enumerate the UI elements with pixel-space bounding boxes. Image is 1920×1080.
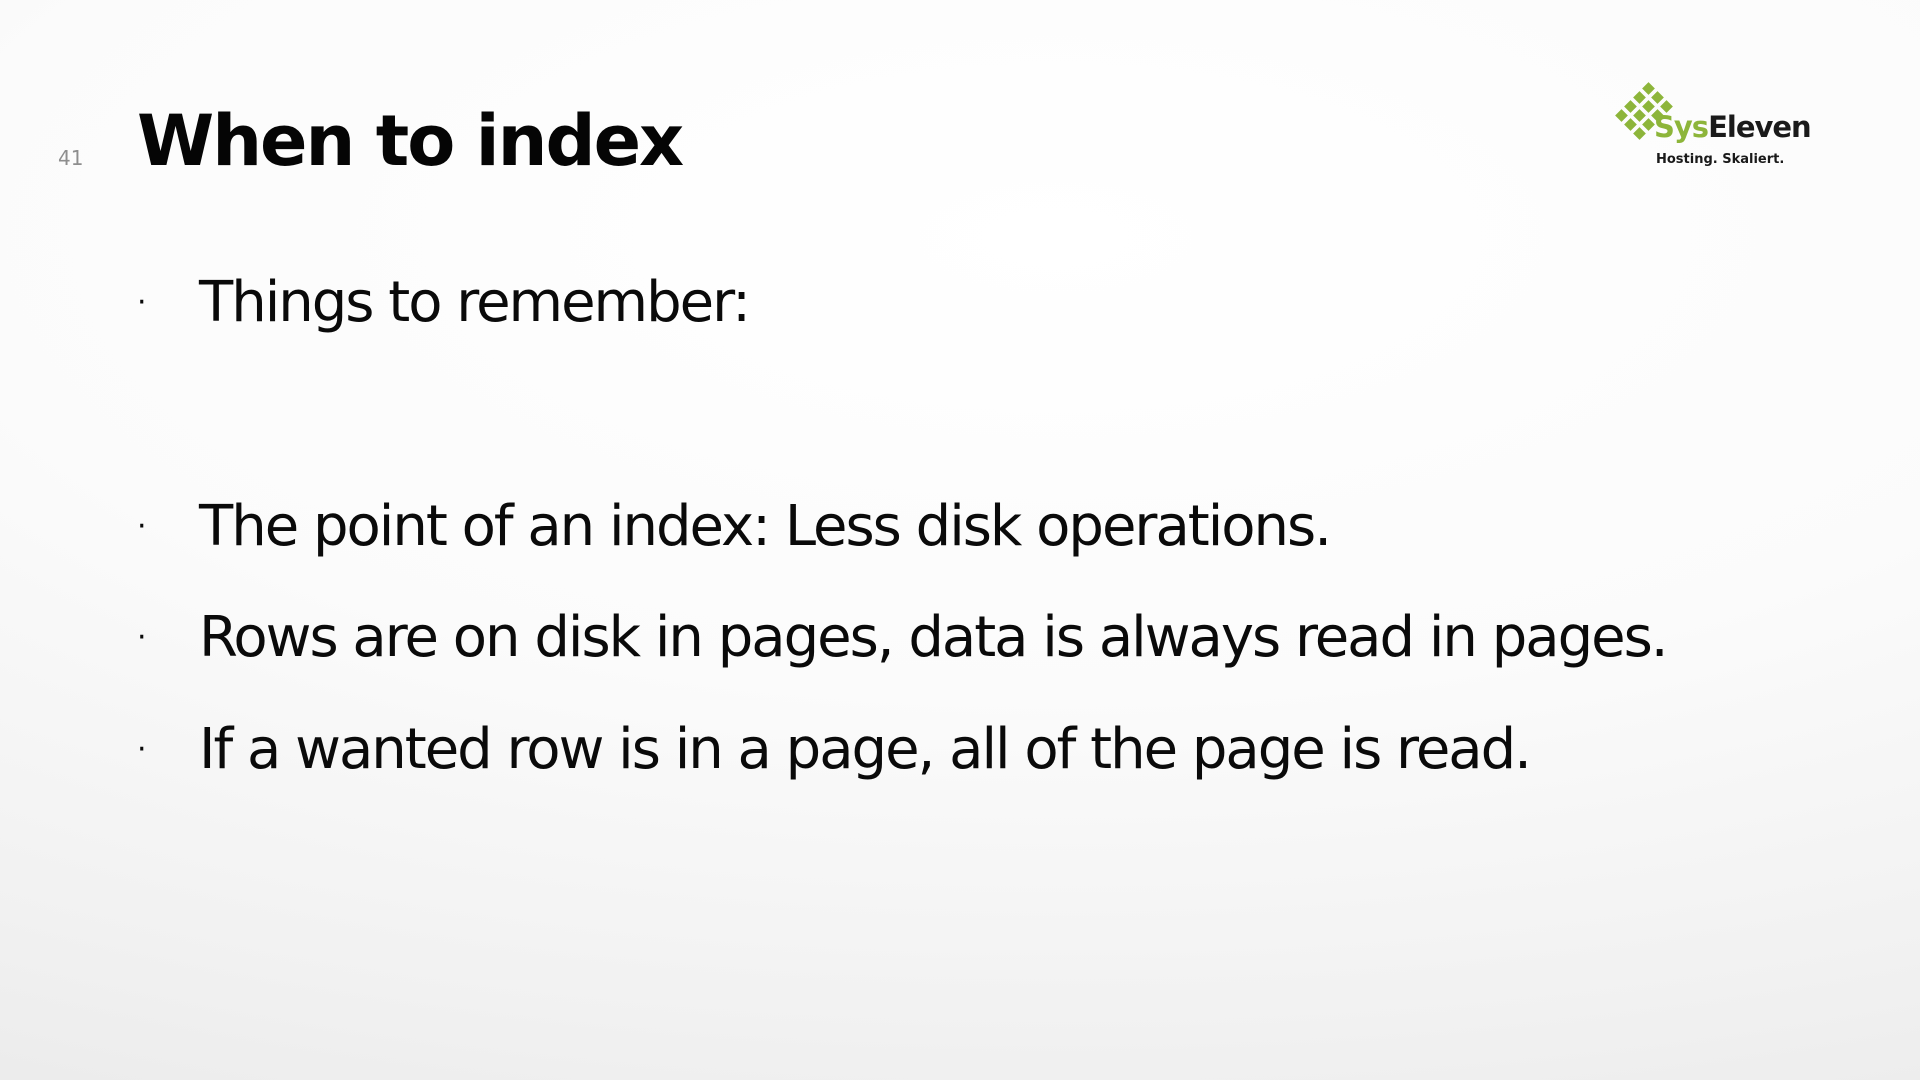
logo-wordmark: SysEleven [1654,110,1812,144]
bullet-marker: · [137,509,147,544]
bullet-text: If a wanted row is in a page, all of the… [199,717,1532,782]
slide-title: When to index [137,100,684,182]
logo-wordmark-eleven: Eleven [1708,110,1812,144]
sys-eleven-logo: SysEleven Hosting. Skaliert. [1606,80,1812,175]
logo-wordmark-sys: Sys [1654,110,1709,144]
bullet-text: Rows are on disk in pages, data is alway… [199,605,1669,670]
logo-tagline: Hosting. Skaliert. [1656,152,1785,167]
bullet-text: Things to remember: [199,270,751,335]
bullet-text: The point of an index: Less disk operati… [199,494,1332,559]
bullet-marker: · [137,620,147,655]
bullet-marker: · [137,732,147,767]
bullet-marker: · [137,285,147,320]
slide-number: 41 [58,146,84,170]
